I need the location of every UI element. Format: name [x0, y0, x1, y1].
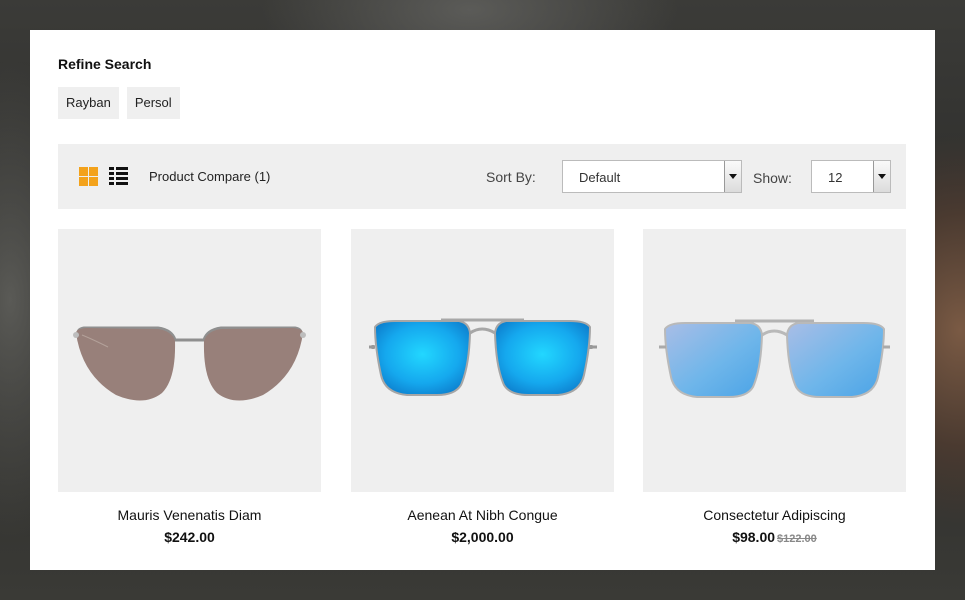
grid-icon-cell [79, 167, 88, 176]
chevron-down-icon[interactable] [873, 161, 890, 192]
list-icon-bullet [109, 177, 114, 180]
product-image[interactable] [643, 229, 906, 492]
category-panel: Refine Search Rayban Persol Product Comp… [30, 30, 935, 570]
product-card: Consectetur Adipiscing $98.00 $122.00 [643, 229, 906, 545]
product-image[interactable] [58, 229, 321, 492]
grid-icon-cell [79, 177, 88, 186]
product-image[interactable] [351, 229, 614, 492]
show-limit-select[interactable]: 12 [811, 160, 891, 193]
list-icon-bullet [109, 167, 114, 170]
price-old: $122.00 [777, 533, 817, 545]
product-name[interactable]: Mauris Venenatis Diam [58, 507, 321, 523]
filter-rayban[interactable]: Rayban [58, 87, 119, 119]
list-icon-bullet [109, 172, 114, 175]
sort-by-label: Sort By: [486, 169, 536, 185]
product-name[interactable]: Aenean At Nibh Congue [351, 507, 614, 523]
grid-icon-cell [89, 167, 98, 176]
product-compare-link[interactable]: Product Compare (1) [149, 169, 270, 184]
list-icon-line [116, 182, 128, 185]
list-icon[interactable] [109, 167, 128, 186]
product-grid: Mauris Venenatis Diam $242.00 Aenean At … [58, 229, 907, 570]
list-icon-line [116, 167, 128, 170]
price-new: $2,000.00 [451, 529, 514, 545]
product-price: $98.00 $122.00 [643, 529, 906, 545]
price-new: $242.00 [164, 529, 215, 545]
product-card: Mauris Venenatis Diam $242.00 [58, 229, 321, 545]
product-card: Aenean At Nibh Congue $2,000.00 [351, 229, 614, 545]
sort-by-select[interactable]: Default [562, 160, 742, 193]
list-icon-line [116, 177, 128, 180]
price-new: $98.00 [732, 529, 776, 545]
sort-by-value: Default [579, 170, 621, 185]
refine-filter-list: Rayban Persol [58, 87, 180, 119]
filter-persol[interactable]: Persol [126, 87, 180, 119]
list-icon-line [116, 172, 128, 175]
show-label: Show: [753, 170, 792, 186]
show-limit-value: 12 [828, 170, 843, 185]
product-price: $242.00 [58, 529, 321, 545]
refine-search-title: Refine Search [58, 56, 152, 72]
grid-icon-cell [89, 177, 98, 186]
grid-icon[interactable] [79, 167, 98, 186]
product-price: $2,000.00 [351, 529, 614, 545]
product-toolbar: Product Compare (1) Sort By: Default Sho… [58, 144, 906, 209]
list-icon-bullet [109, 182, 114, 185]
product-name[interactable]: Consectetur Adipiscing [643, 507, 906, 523]
chevron-down-icon[interactable] [724, 161, 741, 192]
